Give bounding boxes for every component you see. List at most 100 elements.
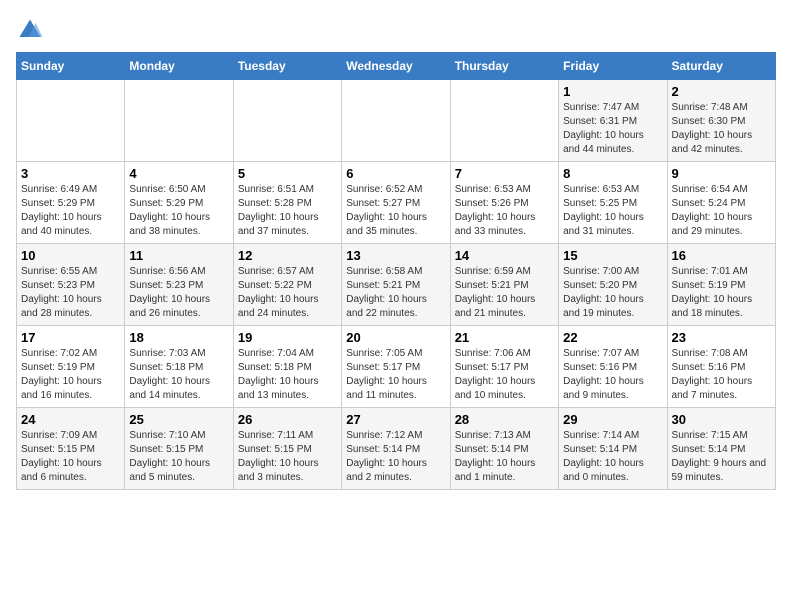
day-cell: 14 Sunrise: 6:59 AM Sunset: 5:21 PM Dayli… <box>450 244 558 326</box>
day-cell: 28 Sunrise: 7:13 AM Sunset: 5:14 PM Dayli… <box>450 408 558 490</box>
day-cell: 23 Sunrise: 7:08 AM Sunset: 5:16 PM Dayli… <box>667 326 775 408</box>
day-cell: 21 Sunrise: 7:06 AM Sunset: 5:17 PM Dayli… <box>450 326 558 408</box>
day-number: 15 <box>563 248 662 263</box>
day-cell: 3 Sunrise: 6:49 AM Sunset: 5:29 PM Daylig… <box>17 162 125 244</box>
day-number: 30 <box>672 412 771 427</box>
week-row-4: 24Sunrise: 7:09 AM Sunset: 5:15 PM Dayli… <box>17 408 776 490</box>
day-number: 29 <box>563 412 662 427</box>
header-thursday: Thursday <box>450 53 558 80</box>
day-info: Sunrise: 6:58 AM Sunset: 5:21 PM Dayligh… <box>346 265 445 321</box>
day-cell: 8 Sunrise: 6:53 AM Sunset: 5:25 PM Daylig… <box>559 162 667 244</box>
day-number: 2 <box>672 84 771 99</box>
day-number: 12 <box>238 248 337 263</box>
day-info: Sunrise: 7:11 AM Sunset: 5:15 PM Dayligh… <box>238 429 337 485</box>
day-number: 23 <box>672 330 771 345</box>
day-cell <box>450 80 558 162</box>
day-info: Sunrise: 7:10 AM Sunset: 5:15 PM Dayligh… <box>129 429 228 485</box>
day-cell <box>125 80 233 162</box>
day-info: Sunrise: 7:15 AM Sunset: 5:14 PM Dayligh… <box>672 429 771 485</box>
day-info: Sunrise: 6:50 AM Sunset: 5:29 PM Dayligh… <box>129 183 228 239</box>
day-info: Sunrise: 6:54 AM Sunset: 5:24 PM Dayligh… <box>672 183 771 239</box>
day-cell: 25 Sunrise: 7:10 AM Sunset: 5:15 PM Dayli… <box>125 408 233 490</box>
day-cell: 19Sunrise: 7:04 AM Sunset: 5:18 PM Dayli… <box>233 326 341 408</box>
day-number: 21 <box>455 330 554 345</box>
calendar-header-row: SundayMondayTuesdayWednesdayThursdayFrid… <box>17 53 776 80</box>
day-info: Sunrise: 7:14 AM Sunset: 5:14 PM Dayligh… <box>563 429 662 485</box>
day-info: Sunrise: 7:09 AM Sunset: 5:15 PM Dayligh… <box>21 429 120 485</box>
day-number: 3 <box>21 166 120 181</box>
day-number: 17 <box>21 330 120 345</box>
day-cell <box>342 80 450 162</box>
day-number: 1 <box>563 84 662 99</box>
header-friday: Friday <box>559 53 667 80</box>
day-info: Sunrise: 6:53 AM Sunset: 5:25 PM Dayligh… <box>563 183 662 239</box>
day-info: Sunrise: 7:03 AM Sunset: 5:18 PM Dayligh… <box>129 347 228 403</box>
day-info: Sunrise: 6:53 AM Sunset: 5:26 PM Dayligh… <box>455 183 554 239</box>
day-number: 18 <box>129 330 228 345</box>
day-info: Sunrise: 7:08 AM Sunset: 5:16 PM Dayligh… <box>672 347 771 403</box>
day-cell <box>233 80 341 162</box>
day-cell: 6Sunrise: 6:52 AM Sunset: 5:27 PM Daylig… <box>342 162 450 244</box>
day-cell: 11 Sunrise: 6:56 AM Sunset: 5:23 PM Dayli… <box>125 244 233 326</box>
day-number: 4 <box>129 166 228 181</box>
day-info: Sunrise: 6:57 AM Sunset: 5:22 PM Dayligh… <box>238 265 337 321</box>
day-cell: 26 Sunrise: 7:11 AM Sunset: 5:15 PM Dayli… <box>233 408 341 490</box>
day-cell: 7Sunrise: 6:53 AM Sunset: 5:26 PM Daylig… <box>450 162 558 244</box>
day-cell: 27 Sunrise: 7:12 AM Sunset: 5:14 PM Dayli… <box>342 408 450 490</box>
day-cell: 5Sunrise: 6:51 AM Sunset: 5:28 PM Daylig… <box>233 162 341 244</box>
week-row-3: 17 Sunrise: 7:02 AM Sunset: 5:19 PM Dayli… <box>17 326 776 408</box>
day-info: Sunrise: 7:12 AM Sunset: 5:14 PM Dayligh… <box>346 429 445 485</box>
day-cell: 20 Sunrise: 7:05 AM Sunset: 5:17 PM Dayli… <box>342 326 450 408</box>
day-cell: 4 Sunrise: 6:50 AM Sunset: 5:29 PM Daylig… <box>125 162 233 244</box>
day-number: 14 <box>455 248 554 263</box>
day-cell <box>17 80 125 162</box>
day-cell: 12 Sunrise: 6:57 AM Sunset: 5:22 PM Dayli… <box>233 244 341 326</box>
day-info: Sunrise: 7:01 AM Sunset: 5:19 PM Dayligh… <box>672 265 771 321</box>
day-cell: 1Sunrise: 7:47 AM Sunset: 6:31 PM Daylig… <box>559 80 667 162</box>
day-number: 6 <box>346 166 445 181</box>
day-cell: 9 Sunrise: 6:54 AM Sunset: 5:24 PM Daylig… <box>667 162 775 244</box>
day-number: 5 <box>238 166 337 181</box>
header <box>16 16 776 44</box>
day-number: 22 <box>563 330 662 345</box>
day-info: Sunrise: 7:48 AM Sunset: 6:30 PM Dayligh… <box>672 101 771 157</box>
header-wednesday: Wednesday <box>342 53 450 80</box>
header-sunday: Sunday <box>17 53 125 80</box>
header-tuesday: Tuesday <box>233 53 341 80</box>
day-number: 9 <box>672 166 771 181</box>
day-info: Sunrise: 7:02 AM Sunset: 5:19 PM Dayligh… <box>21 347 120 403</box>
day-number: 26 <box>238 412 337 427</box>
day-cell: 13 Sunrise: 6:58 AM Sunset: 5:21 PM Dayli… <box>342 244 450 326</box>
day-number: 28 <box>455 412 554 427</box>
day-number: 27 <box>346 412 445 427</box>
day-number: 25 <box>129 412 228 427</box>
week-row-0: 1Sunrise: 7:47 AM Sunset: 6:31 PM Daylig… <box>17 80 776 162</box>
day-number: 19 <box>238 330 337 345</box>
day-info: Sunrise: 7:13 AM Sunset: 5:14 PM Dayligh… <box>455 429 554 485</box>
day-number: 20 <box>346 330 445 345</box>
day-cell: 15 Sunrise: 7:00 AM Sunset: 5:20 PM Dayli… <box>559 244 667 326</box>
day-cell: 22 Sunrise: 7:07 AM Sunset: 5:16 PM Dayli… <box>559 326 667 408</box>
day-info: Sunrise: 6:56 AM Sunset: 5:23 PM Dayligh… <box>129 265 228 321</box>
calendar-table: SundayMondayTuesdayWednesdayThursdayFrid… <box>16 52 776 490</box>
day-cell: 30 Sunrise: 7:15 AM Sunset: 5:14 PM Dayli… <box>667 408 775 490</box>
day-cell: 24Sunrise: 7:09 AM Sunset: 5:15 PM Dayli… <box>17 408 125 490</box>
day-number: 13 <box>346 248 445 263</box>
day-info: Sunrise: 6:49 AM Sunset: 5:29 PM Dayligh… <box>21 183 120 239</box>
day-number: 16 <box>672 248 771 263</box>
header-saturday: Saturday <box>667 53 775 80</box>
day-cell: 18 Sunrise: 7:03 AM Sunset: 5:18 PM Dayli… <box>125 326 233 408</box>
day-cell: 10 Sunrise: 6:55 AM Sunset: 5:23 PM Dayli… <box>17 244 125 326</box>
week-row-1: 3 Sunrise: 6:49 AM Sunset: 5:29 PM Daylig… <box>17 162 776 244</box>
day-info: Sunrise: 7:05 AM Sunset: 5:17 PM Dayligh… <box>346 347 445 403</box>
day-info: Sunrise: 7:06 AM Sunset: 5:17 PM Dayligh… <box>455 347 554 403</box>
day-info: Sunrise: 6:59 AM Sunset: 5:21 PM Dayligh… <box>455 265 554 321</box>
week-row-2: 10 Sunrise: 6:55 AM Sunset: 5:23 PM Dayli… <box>17 244 776 326</box>
day-number: 11 <box>129 248 228 263</box>
day-number: 8 <box>563 166 662 181</box>
logo <box>16 16 48 44</box>
day-info: Sunrise: 6:55 AM Sunset: 5:23 PM Dayligh… <box>21 265 120 321</box>
day-number: 10 <box>21 248 120 263</box>
day-info: Sunrise: 7:00 AM Sunset: 5:20 PM Dayligh… <box>563 265 662 321</box>
day-info: Sunrise: 7:07 AM Sunset: 5:16 PM Dayligh… <box>563 347 662 403</box>
